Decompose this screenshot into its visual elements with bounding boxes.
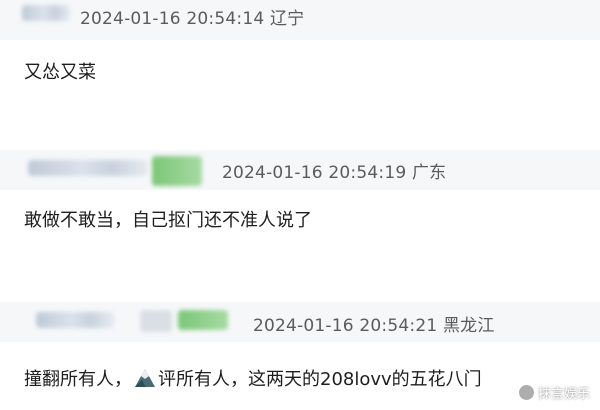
location: 黑龙江 xyxy=(442,316,495,336)
watermark: 抹言娱乐 xyxy=(517,383,590,402)
location: 广东 xyxy=(411,163,447,183)
user-badge-blurred xyxy=(178,310,228,330)
username-blurred[interactable] xyxy=(22,5,70,21)
watermark-text: 抹言娱乐 xyxy=(537,387,590,402)
user-badge-blurred xyxy=(152,156,202,186)
watermark-logo-icon xyxy=(517,384,535,401)
comment-text: 又怂又菜 xyxy=(24,62,96,83)
username-blurred[interactable] xyxy=(36,312,114,328)
comment-text: 敢做不敢当，自己抠门还不准人说了 xyxy=(24,210,312,231)
user-badge-blurred xyxy=(140,310,172,332)
comment-meta: 2024-01-16 20:54:21 黑龙江 xyxy=(253,311,495,336)
comment-text: 撞翻所有人， 评所有人，这两天的208lovv的五花八门 xyxy=(24,365,482,393)
comment-text-part: 评所有人，这两天的208lovv的五花八门 xyxy=(158,369,482,390)
comment-meta: 2024-01-16 20:54:19 广东 xyxy=(222,158,446,183)
comment-text-part: 撞翻所有人， xyxy=(24,369,132,390)
timestamp: 2024-01-16 20:54:21 xyxy=(253,316,438,336)
location: 辽宁 xyxy=(269,9,305,29)
mountain-icon xyxy=(134,368,156,393)
comment-meta: 2024-01-16 20:54:14 辽宁 xyxy=(80,4,304,29)
timestamp: 2024-01-16 20:54:19 xyxy=(222,163,407,183)
timestamp: 2024-01-16 20:54:14 xyxy=(80,9,265,29)
username-blurred[interactable] xyxy=(28,160,148,176)
